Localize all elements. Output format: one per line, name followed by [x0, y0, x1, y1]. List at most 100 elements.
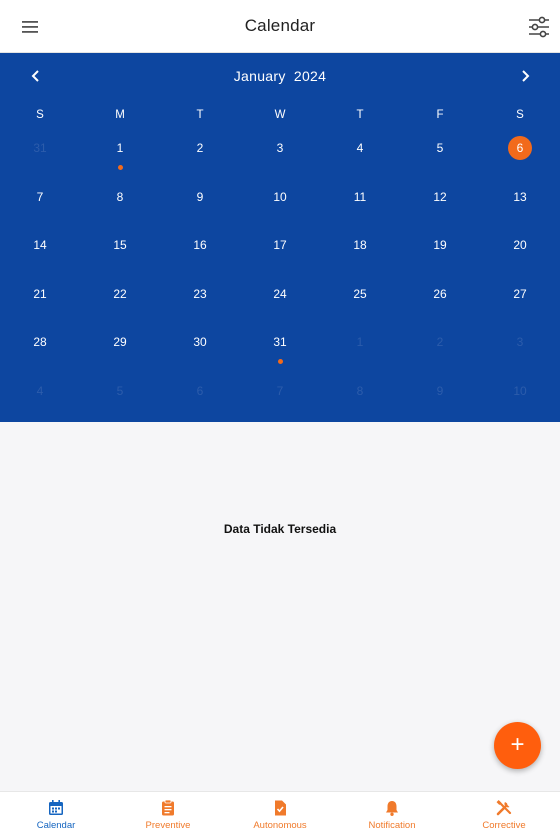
calendar-day[interactable]: 30	[160, 323, 240, 372]
day-number: 26	[433, 286, 447, 301]
calendar-day-selected[interactable]: 6	[480, 129, 560, 178]
calendar-day[interactable]: 17	[240, 226, 320, 275]
calendar-week-row: 7 8 9 10 11 12 13	[0, 178, 560, 227]
calendar-day[interactable]: 7	[0, 178, 80, 227]
day-number: 27	[513, 286, 527, 301]
calendar-day[interactable]: 9	[160, 178, 240, 227]
day-number: 22	[113, 286, 127, 301]
tab-corrective[interactable]: Corrective	[448, 792, 560, 838]
day-number: 7	[276, 383, 284, 398]
tab-preventive[interactable]: Preventive	[112, 792, 224, 838]
tab-autonomous[interactable]: Autonomous	[224, 792, 336, 838]
day-number: 9	[196, 189, 204, 204]
calendar-day[interactable]: 21	[0, 275, 80, 324]
tab-label: Calendar	[36, 820, 76, 831]
day-number: 28	[33, 335, 47, 349]
calendar-day[interactable]: 11	[320, 178, 400, 227]
tab-notification[interactable]: Notification	[336, 792, 448, 838]
calendar-grid: 31 1 2 3 4 5 6 7 8 9 10 11 12 13 14 15 16 17 18 19 20 21 22 23 2…	[0, 129, 560, 420]
weekday-header: SMTWTFS	[0, 109, 560, 121]
calendar-day[interactable]: 13	[480, 178, 560, 227]
weekday-label: T	[196, 109, 204, 121]
calendar-day[interactable]: 16	[160, 226, 240, 275]
weekday-label: W	[274, 109, 286, 121]
calendar-panel: January 2024 SMTWTFS 31 1 2 3 4 5 6 7 8 9 10 11 12 13…	[0, 53, 560, 422]
month-label: January	[233, 68, 286, 84]
day-number: 31	[273, 335, 287, 349]
day-number: 8	[356, 383, 364, 398]
chevron-right-icon[interactable]	[514, 65, 536, 87]
calendar-day[interactable]: 26	[400, 275, 480, 324]
calendar-day[interactable]: 4	[320, 129, 400, 178]
calendar-day[interactable]: 31	[0, 129, 80, 178]
calendar-day[interactable]: 31	[240, 323, 320, 372]
calendar-day[interactable]: 15	[80, 226, 160, 275]
calendar-day[interactable]: 6	[160, 372, 240, 421]
calendar-day[interactable]: 5	[400, 129, 480, 178]
calendar-day[interactable]: 19	[400, 226, 480, 275]
calendar-day[interactable]: 8	[80, 178, 160, 227]
calendar-day[interactable]: 2	[400, 323, 480, 372]
tools-icon	[496, 800, 512, 816]
calendar-day[interactable]: 4	[0, 372, 80, 421]
empty-state-message: Data Tidak Tersedia	[223, 522, 337, 536]
day-number: 4	[356, 141, 364, 155]
tab-label: Notification	[368, 820, 416, 831]
day-number: 13	[513, 189, 527, 204]
calendar-day[interactable]: 8	[320, 372, 400, 421]
calendar-day[interactable]: 1	[320, 323, 400, 372]
day-number: 20	[513, 238, 527, 252]
day-number: 21	[33, 286, 47, 301]
calendar-day[interactable]: 29	[80, 323, 160, 372]
add-button[interactable]: +	[494, 722, 541, 769]
calendar-day[interactable]: 7	[240, 372, 320, 421]
bell-icon	[386, 801, 398, 816]
month-year-label: January 2024	[0, 68, 560, 84]
day-number: 18	[353, 238, 367, 252]
day-number: 5	[116, 383, 124, 398]
weekday-label: S	[36, 109, 44, 121]
calendar-day[interactable]: 27	[480, 275, 560, 324]
day-number: 14	[33, 238, 47, 252]
calendar-day[interactable]: 25	[320, 275, 400, 324]
calendar-day[interactable]: 5	[80, 372, 160, 421]
day-number: 7	[36, 189, 44, 204]
day-number: 10	[513, 383, 527, 398]
event-dot-indicator	[277, 359, 283, 364]
weekday-label: T	[356, 109, 364, 121]
calendar-week-row: 14 15 16 17 18 19 20	[0, 226, 560, 275]
day-number: 3	[276, 141, 284, 155]
page-title: Calendar	[244, 16, 316, 35]
calendar-week-row: 21 22 23 24 25 26 27	[0, 275, 560, 324]
event-dot-indicator	[117, 165, 123, 170]
day-number: 17	[273, 238, 287, 252]
calendar-day[interactable]: 9	[400, 372, 480, 421]
calendar-day[interactable]: 1	[80, 129, 160, 178]
calendar-day[interactable]: 24	[240, 275, 320, 324]
day-number: 25	[353, 286, 367, 301]
calendar-day[interactable]: 2	[160, 129, 240, 178]
calendar-day[interactable]: 23	[160, 275, 240, 324]
calendar-day[interactable]: 3	[240, 129, 320, 178]
day-number: 9	[436, 383, 444, 398]
day-number: 16	[193, 238, 207, 252]
day-number: 29	[113, 335, 127, 349]
calendar-day[interactable]: 3	[480, 323, 560, 372]
day-number: 3	[516, 335, 524, 349]
calendar-day[interactable]: 12	[400, 178, 480, 227]
sliders-filter-icon[interactable]	[526, 14, 552, 40]
tab-calendar[interactable]: Calendar	[0, 792, 112, 838]
day-number: 19	[433, 238, 447, 252]
calendar-day[interactable]: 22	[80, 275, 160, 324]
day-number: 2	[196, 141, 204, 155]
calendar-week-row: 4 5 6 7 8 9 10	[0, 372, 560, 421]
calendar-week-row: 28 29 30 31 1 2 3	[0, 323, 560, 372]
calendar-day[interactable]: 28	[0, 323, 80, 372]
calendar-day[interactable]: 10	[480, 372, 560, 421]
calendar-day[interactable]: 10	[240, 178, 320, 227]
calendar-day[interactable]: 18	[320, 226, 400, 275]
year-label: 2024	[293, 68, 327, 84]
tab-label: Corrective	[482, 820, 526, 831]
calendar-day[interactable]: 14	[0, 226, 80, 275]
calendar-day[interactable]: 20	[480, 226, 560, 275]
